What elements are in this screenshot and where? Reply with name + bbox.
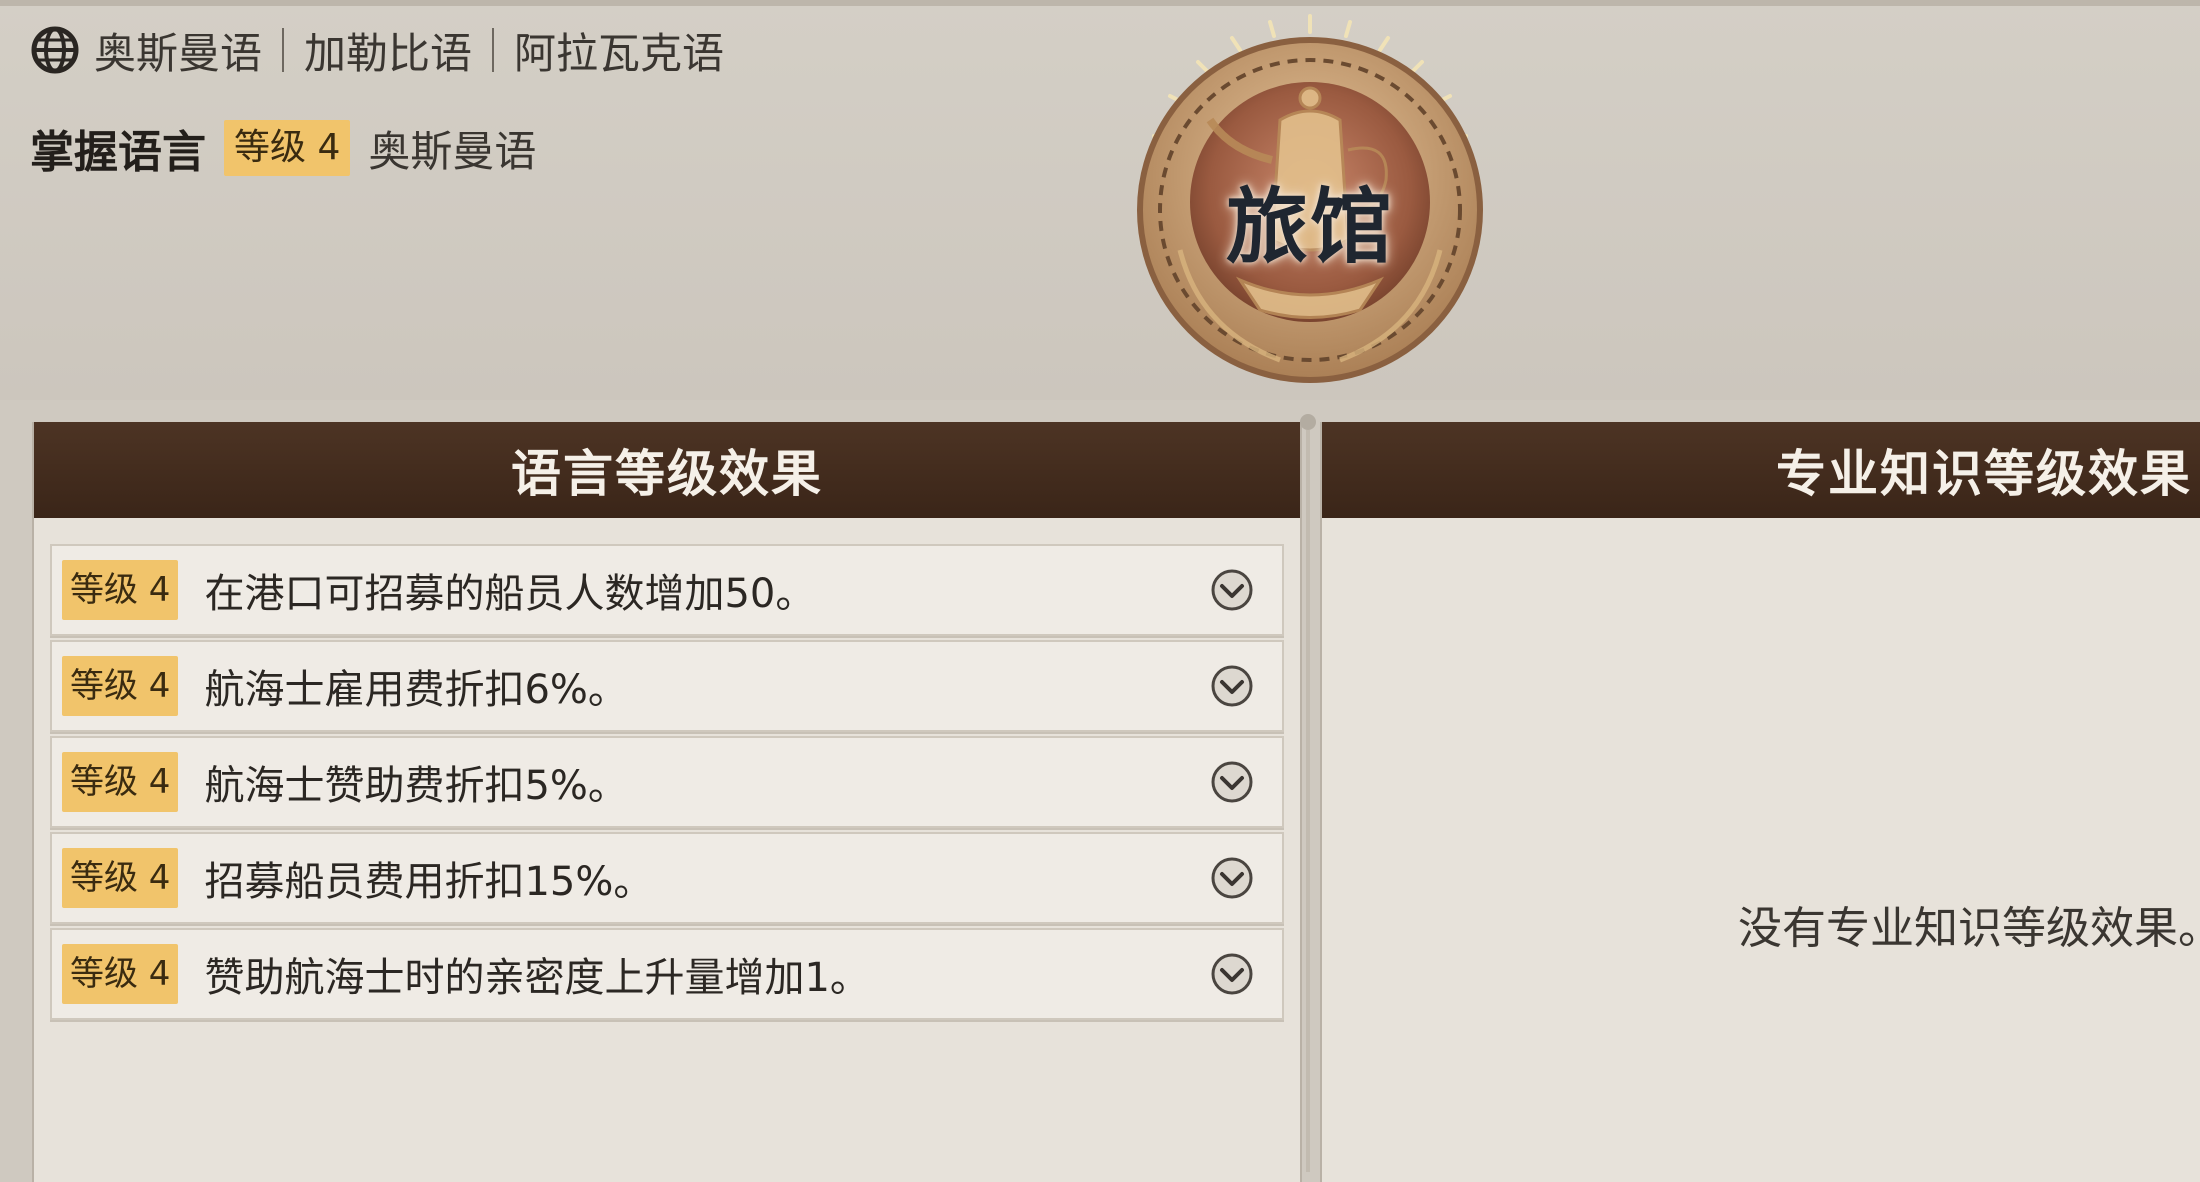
level-badge: 等级 4 xyxy=(62,560,179,620)
language-item-caribbean[interactable]: 加勒比语 xyxy=(304,20,472,81)
mastery-title: 掌握语言 xyxy=(30,127,206,178)
list-item[interactable]: 等级 4 招募船员费用折扣15%。 xyxy=(50,832,1284,924)
top-rule xyxy=(0,0,2200,6)
chevron-down-icon[interactable] xyxy=(1210,952,1254,996)
list-item[interactable]: 等级 4 在港口可招募的船员人数增加50。 xyxy=(50,544,1284,636)
list-item[interactable]: 等级 4 航海士赞助费折扣5%。 xyxy=(50,736,1284,828)
effect-text: 招募船员费用折扣15%。 xyxy=(204,859,654,905)
panel-title: 专业知识等级效果 xyxy=(1776,445,2192,503)
language-item-arawak[interactable]: 阿拉瓦克语 xyxy=(514,20,724,81)
list-item[interactable]: 等级 4 赞助航海士时的亲密度上升量增加1。 xyxy=(50,928,1284,1020)
language-item-ottoman[interactable]: 奥斯曼语 xyxy=(94,20,262,81)
globe-icon xyxy=(31,26,79,74)
mastery-row: 掌握语言 等级 4 奥斯曼语 xyxy=(30,116,536,180)
chevron-down-icon[interactable] xyxy=(1210,664,1254,708)
panel-header: 语言等级效果 xyxy=(34,422,1300,518)
language-level-effects-panel: 语言等级效果 等级 4 在港口可招募的船员人数增加50。 等级 4 航海士雇用费… xyxy=(32,422,1302,1182)
list-item[interactable]: 等级 4 航海士雇用费折扣6%。 xyxy=(50,640,1284,732)
panel-divider xyxy=(1306,430,1310,1172)
chevron-down-icon[interactable] xyxy=(1210,568,1254,612)
mastery-level-badge: 等级 4 xyxy=(224,120,351,176)
empty-state-text: 没有专业知识等级效果。 xyxy=(1738,903,2200,954)
effect-text: 在港口可招募的船员人数增加50。 xyxy=(204,571,816,617)
language-list: 奥斯曼语 加勒比语 阿拉瓦克语 xyxy=(30,22,724,78)
expertise-level-effects-panel: 专业知识等级效果 没有专业知识等级效果。 xyxy=(1320,422,2200,1182)
panel-divider-pin xyxy=(1300,414,1316,430)
level-badge: 等级 4 xyxy=(62,944,179,1004)
language-separator xyxy=(492,28,495,72)
panel-title: 语言等级效果 xyxy=(511,445,823,503)
effects-list: 等级 4 在港口可招募的船员人数增加50。 等级 4 航海士雇用费折扣6%。 等… xyxy=(50,544,1284,1024)
language-separator xyxy=(282,28,285,72)
level-badge: 等级 4 xyxy=(62,752,179,812)
mastery-language: 奥斯曼语 xyxy=(368,126,537,176)
panel-header: 专业知识等级效果 xyxy=(1322,422,2200,518)
chevron-down-icon[interactable] xyxy=(1210,760,1254,804)
emblem-label: 旅馆 xyxy=(1225,180,1394,275)
level-badge: 等级 4 xyxy=(62,848,179,908)
effect-text: 赞助航海士时的亲密度上升量增加1。 xyxy=(204,955,870,1001)
level-badge: 等级 4 xyxy=(62,656,179,716)
effect-text: 航海士赞助费折扣5%。 xyxy=(204,763,628,809)
chevron-down-icon[interactable] xyxy=(1210,856,1254,900)
effect-text: 航海士雇用费折扣6%。 xyxy=(204,667,628,713)
